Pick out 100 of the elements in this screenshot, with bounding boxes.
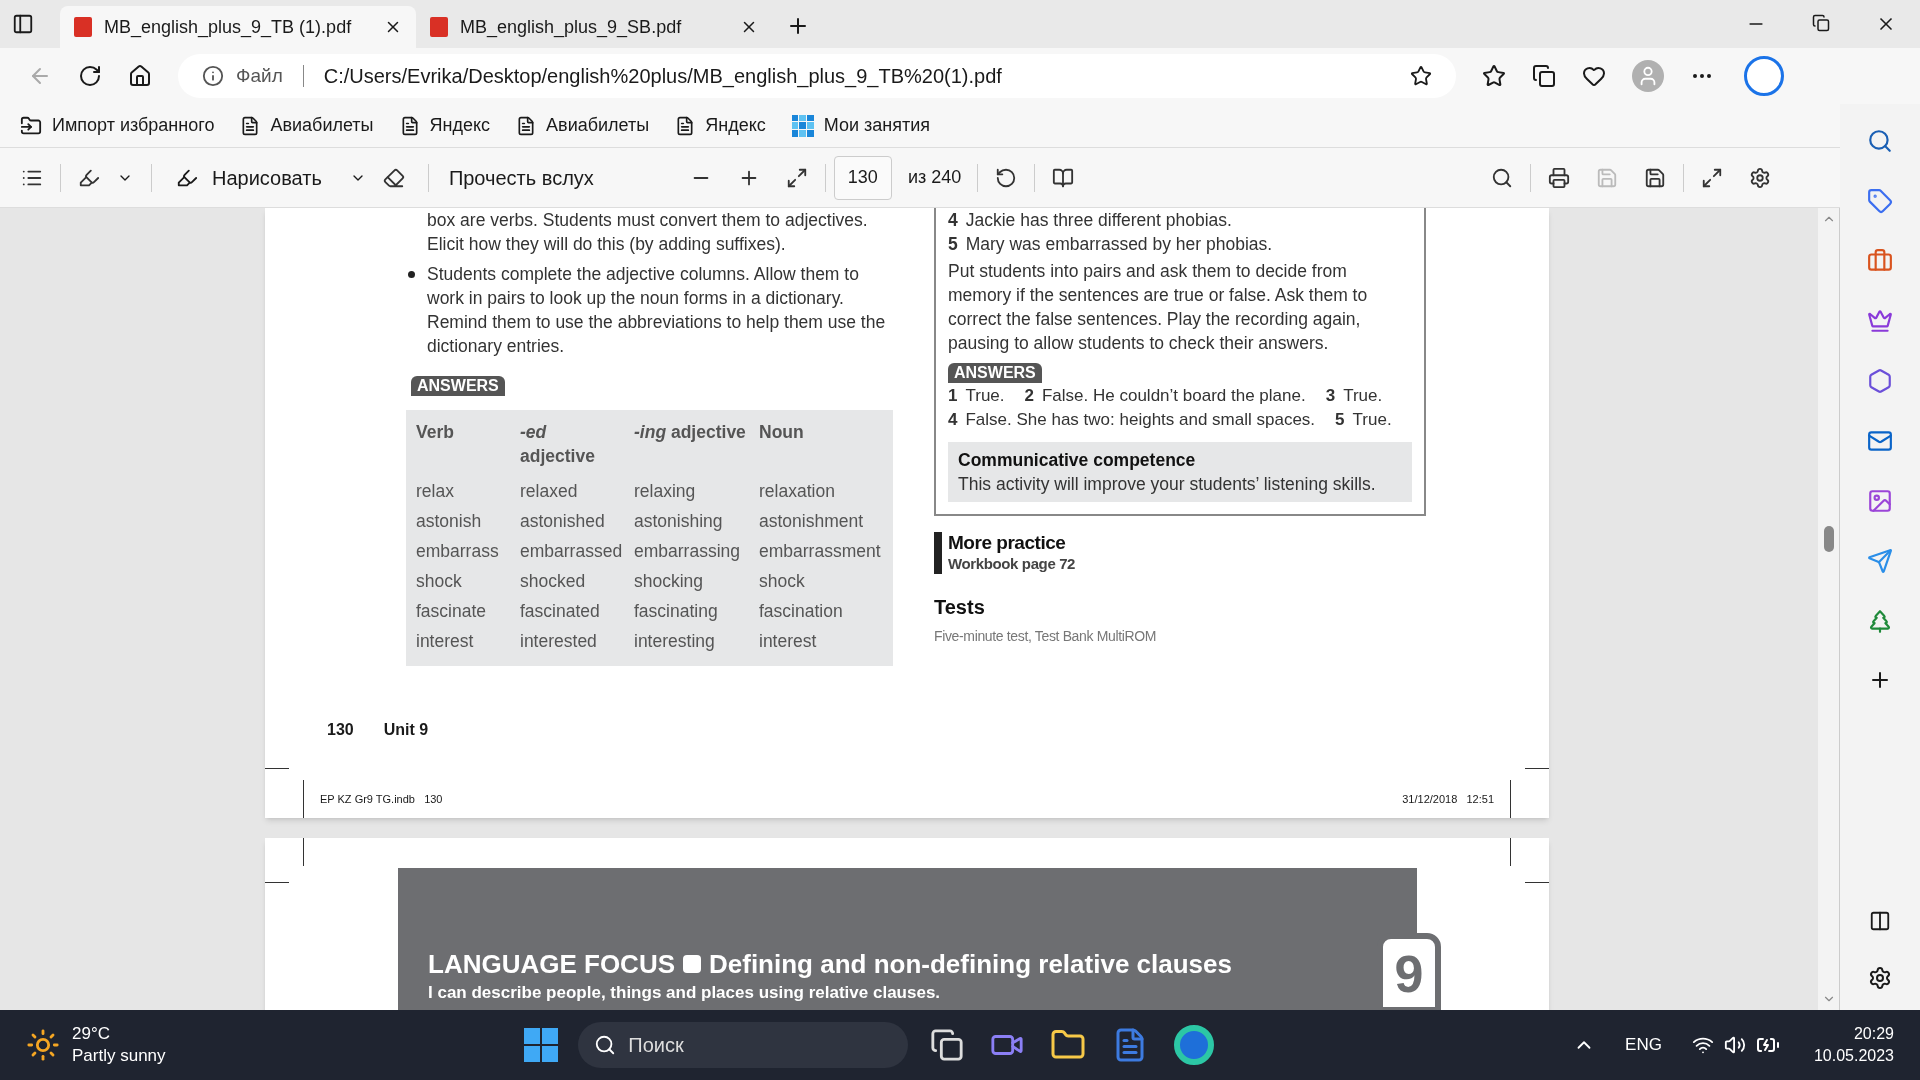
tag-icon[interactable] — [1867, 188, 1893, 214]
clock-time[interactable]: 20:29 — [1853, 1023, 1894, 1045]
draw-button[interactable]: Нарисовать — [170, 157, 328, 198]
favorite-link[interactable]: Яндекс — [399, 112, 491, 139]
collections-icon[interactable] — [1532, 64, 1556, 88]
table-cell-text: embarrassing — [634, 540, 742, 563]
favorite-link[interactable]: Яндекс — [675, 112, 766, 139]
accent-bar — [934, 532, 942, 574]
briefcase-icon[interactable] — [1867, 248, 1893, 274]
print-icon[interactable] — [1548, 166, 1570, 189]
page-icon — [675, 114, 696, 137]
search-icon[interactable] — [1491, 166, 1513, 189]
task-view-icon[interactable] — [930, 1028, 965, 1062]
language-indicator[interactable]: ENG — [1625, 1032, 1662, 1058]
fullscreen-icon[interactable] — [1701, 166, 1723, 189]
favorite-link[interactable]: Импорт избранного — [20, 112, 215, 139]
table-cell-text: shocked — [520, 570, 587, 593]
rotate-icon[interactable] — [995, 166, 1018, 189]
answer-number: 3 — [1325, 385, 1336, 407]
image-edit-icon[interactable] — [1867, 488, 1893, 514]
answer-number: 2 — [1024, 385, 1034, 407]
bullet-icon — [408, 271, 415, 278]
tests-title: Tests — [934, 595, 986, 620]
hexagon-icon[interactable] — [1867, 368, 1893, 394]
favorite-link[interactable]: Мои занятия — [791, 112, 930, 139]
settings-icon[interactable] — [1749, 166, 1771, 189]
competence-text: This activity will improve your students’ listening skills. — [958, 473, 1377, 496]
reload-icon[interactable] — [78, 64, 102, 88]
scroll-thumb[interactable] — [1823, 526, 1834, 552]
page-number-field[interactable]: 130 — [833, 155, 892, 200]
paper-plane-icon[interactable] — [1867, 548, 1893, 574]
statement-text: Jackie has three different phobias. — [965, 209, 1232, 232]
mail-icon[interactable] — [1867, 428, 1893, 454]
table-cell-text: astonish — [416, 510, 483, 533]
volume-icon[interactable] — [1723, 1034, 1746, 1056]
eraser-icon[interactable] — [382, 166, 405, 189]
settings-icon[interactable] — [1868, 966, 1892, 990]
heart-icon[interactable] — [1582, 64, 1606, 88]
table-cell-text: relaxation — [759, 480, 836, 503]
search-field[interactable]: Поиск — [578, 1022, 909, 1068]
fit-width-icon[interactable] — [785, 166, 808, 189]
print-slug: EP KZ Gr9 TG.indb 130 — [320, 792, 443, 807]
tab-actions-icon[interactable] — [12, 13, 34, 35]
weather-text: Partly sunny — [72, 1045, 166, 1067]
clock-date[interactable]: 10.05.2023 — [1813, 1045, 1894, 1067]
table-cell-text: relaxed — [520, 480, 579, 503]
answer-text: False. He couldn’t board the plane. — [1042, 385, 1306, 407]
competence-title: Communicative competence — [958, 449, 1197, 472]
page-total: из 240 — [906, 166, 963, 189]
add-favorite-icon[interactable] — [1410, 65, 1432, 87]
item-number: 5 — [948, 233, 958, 256]
table-cell-text: fascinate — [416, 600, 488, 623]
home-icon[interactable] — [128, 64, 152, 88]
favorite-link[interactable]: Авиабилеты — [516, 112, 650, 139]
table-cell-text: shock — [759, 570, 806, 593]
site-info-label: Файл — [236, 63, 283, 88]
table-cell-text: interesting — [634, 630, 716, 653]
read-aloud-button[interactable]: Прочесть вслух — [442, 157, 673, 198]
lesson-title: Defining and non-defining relative clauses — [709, 948, 1232, 980]
table-cell-text: astonished — [520, 510, 606, 533]
browser-tab[interactable]: MB_english_plus_9_TB (1).pdf — [60, 6, 416, 48]
temperature: 29°C — [72, 1023, 111, 1045]
app-grid-icon — [791, 114, 814, 137]
table-cell-text: astonishing — [634, 510, 724, 533]
page-view-icon[interactable] — [1052, 166, 1075, 189]
search-icon — [594, 1034, 617, 1056]
table-cell-text: astonishment — [759, 510, 865, 533]
tree-icon[interactable] — [1867, 608, 1893, 634]
tests-text: Five-minute test, Test Bank MultiROM — [934, 627, 1158, 646]
paragraph: Students complete the adjective columns. Allow them to work in pairs to look up the noun forms in a dictionary. Remind them to use the abbreviations to help them use the dictionary entries. — [427, 263, 887, 358]
table-cell-text: interest — [759, 630, 818, 653]
column-header: -ing adjective — [634, 421, 747, 444]
table-cell-text: embarrassment — [759, 540, 882, 563]
search-icon[interactable] — [1867, 128, 1893, 154]
browser-tab[interactable]: MB_english_plus_9_SB.pdf — [416, 6, 772, 48]
column-header: Noun — [759, 421, 805, 444]
start-icon[interactable] — [524, 1028, 559, 1062]
table-cell-text: embarrass — [416, 540, 500, 563]
statement-text: Mary was embarrassed by her phobias. — [965, 233, 1273, 256]
table-cell-text: fascinated — [520, 600, 601, 623]
favorites-icon[interactable] — [1482, 64, 1506, 88]
item-number: 4 — [948, 209, 958, 232]
table-cell-text: shock — [416, 570, 463, 593]
panel-icon[interactable] — [1869, 910, 1891, 932]
answers-badge: ANSWERS — [948, 363, 1042, 383]
lesson-subtitle: I can describe people, things and places using relative clauses. — [428, 982, 942, 1004]
address-bar[interactable]: Файл C:/Users/Evrika/Desktop/english%20plus/MB_english_plus_9_TB%20(1).pdf — [178, 54, 1456, 98]
answer-number: 5 — [1335, 409, 1345, 431]
save-as-icon[interactable] — [1644, 166, 1666, 189]
restore-icon[interactable] — [1812, 14, 1830, 32]
search-placeholder: Поиск — [628, 1033, 684, 1058]
answers-badge: ANSWERS — [411, 376, 505, 396]
import-icon — [20, 114, 42, 137]
table-cell-text: interest — [416, 630, 475, 653]
unit-label: Unit 9 — [383, 720, 429, 740]
tab-title: MB_english_plus_9_SB.pdf — [460, 15, 683, 40]
weather-icon[interactable] — [26, 1028, 60, 1062]
browser-app-icon[interactable] — [1174, 1025, 1215, 1065]
column-header: -ed adjective — [520, 421, 596, 468]
favorite-link[interactable]: Авиабилеты — [240, 112, 374, 139]
